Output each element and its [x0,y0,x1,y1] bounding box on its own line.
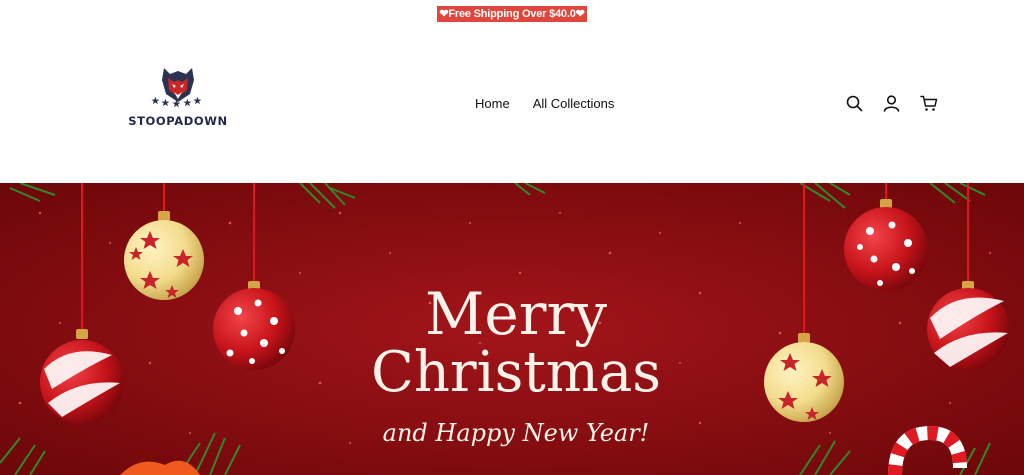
announcement-bar: ❤Free Shipping Over $40.0❤ [0,0,1024,28]
headline-christmas: Christmas [370,340,662,405]
site-header: STOOPADOWN Home All Collections [0,28,1024,183]
logo-text: STOOPADOWN [128,114,228,128]
nav-item-home[interactable]: Home [475,96,510,111]
cart-icon [919,95,937,111]
main-nav: Home All Collections [475,96,614,111]
logo[interactable]: STOOPADOWN [128,64,228,134]
search-icon [846,95,863,112]
header-icons [845,94,938,113]
cart-button[interactable] [919,94,938,113]
search-button[interactable] [845,94,864,113]
tiger-logo-icon [151,68,202,108]
hero-banner[interactable]: Merry Christmas and Happy New Year! [0,183,1024,475]
nav-item-all-collections[interactable]: All Collections [533,96,615,111]
account-icon [883,95,900,112]
announcement-text: ❤Free Shipping Over $40.0❤ [437,6,587,22]
account-button[interactable] [882,94,901,113]
headline-tagline: and Happy New Year! [382,419,650,447]
headline-merry: Merry [425,280,607,348]
